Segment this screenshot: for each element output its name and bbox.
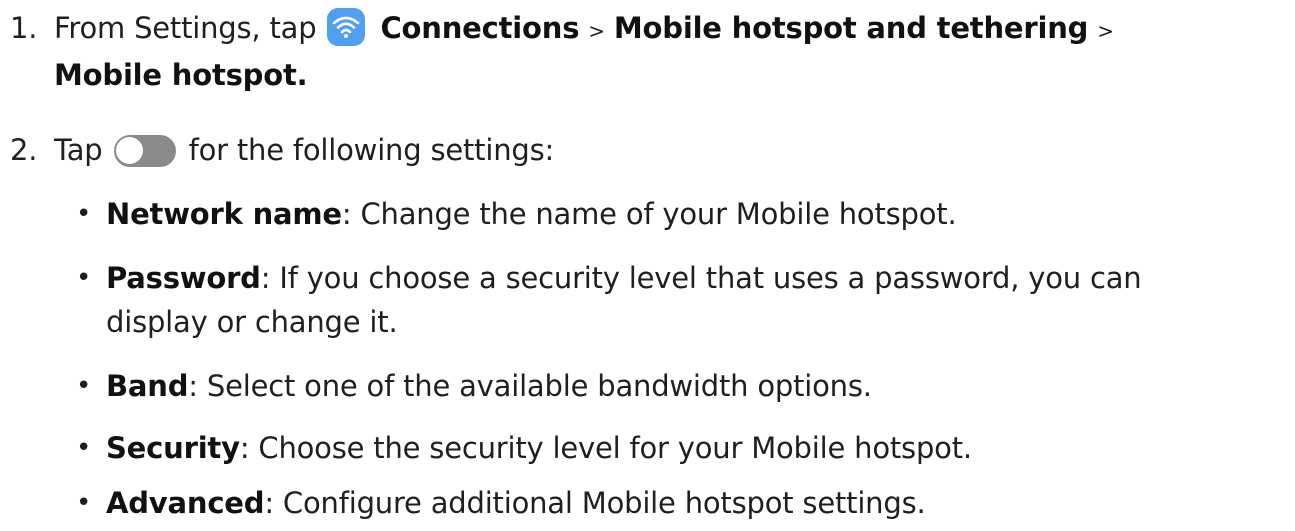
separator: > [1097, 19, 1114, 43]
bullet-term: Band [106, 369, 189, 403]
period: . [296, 58, 308, 92]
bullet-desc: : Change the name of your Mobile hotspot… [341, 197, 957, 231]
bullet-icon: • [76, 371, 92, 401]
step-number: 1. [10, 11, 38, 45]
separator: > [588, 19, 605, 43]
mobile-hotspot-link: Mobile hotspot [54, 58, 297, 92]
step-text: Tap for the following settings: [54, 128, 1284, 172]
bullet-network-name: • Network name: Change the name of your … [0, 192, 1295, 236]
step-prefix: Tap [54, 133, 103, 167]
bullet-term: Password [106, 261, 261, 295]
bullet-icon: • [76, 433, 92, 463]
step-prefix: From Settings, tap [54, 11, 317, 45]
instructions-page: 1. From Settings, tap Connections > Mobi… [0, 0, 1295, 531]
step-suffix: for the following settings: [188, 133, 555, 167]
bullet-desc: : Choose the security level for your Mob… [239, 431, 972, 465]
toggle-icon [113, 135, 176, 167]
bullet-text: Advanced: Configure additional Mobile ho… [106, 481, 1286, 525]
bullet-security: • Security: Choose the security level fo… [0, 426, 1295, 470]
bullet-icon: • [76, 263, 92, 293]
bullet-term: Security [106, 431, 240, 465]
bullet-desc: : If you choose a security level that us… [260, 261, 1142, 295]
bullet-text: Band: Select one of the available bandwi… [106, 364, 1286, 408]
bullet-text: Security: Choose the security level for … [106, 426, 1286, 470]
bullet-icon: • [76, 199, 92, 229]
step-number: 2. [10, 133, 38, 167]
bullet-desc: : Configure additional Mobile hotspot se… [264, 486, 926, 520]
bullet-desc-cont: display or change it. [106, 305, 398, 339]
step-text: From Settings, tap Connections > Mobile … [54, 6, 1284, 97]
bullet-desc: : Select one of the available bandwidth … [188, 369, 872, 403]
step-2: 2. Tap for the following settings: [0, 128, 1295, 172]
bullet-band: • Band: Select one of the available band… [0, 364, 1295, 408]
connections-link: Connections [380, 11, 580, 45]
bullet-text: Password: If you choose a security level… [106, 256, 1286, 344]
bullet-advanced: • Advanced: Configure additional Mobile … [0, 481, 1295, 525]
bullet-password: • Password: If you choose a security lev… [0, 256, 1295, 344]
step-1: 1. From Settings, tap Connections > Mobi… [0, 6, 1295, 94]
wifi-icon [327, 8, 366, 46]
bullet-text: Network name: Change the name of your Mo… [106, 192, 1286, 236]
hotspot-tethering-link: Mobile hotspot and tethering [613, 11, 1089, 45]
bullet-icon: • [76, 488, 92, 518]
bullet-term: Network name [106, 197, 342, 231]
bullet-term: Advanced [106, 486, 265, 520]
toggle-knob [114, 136, 144, 165]
